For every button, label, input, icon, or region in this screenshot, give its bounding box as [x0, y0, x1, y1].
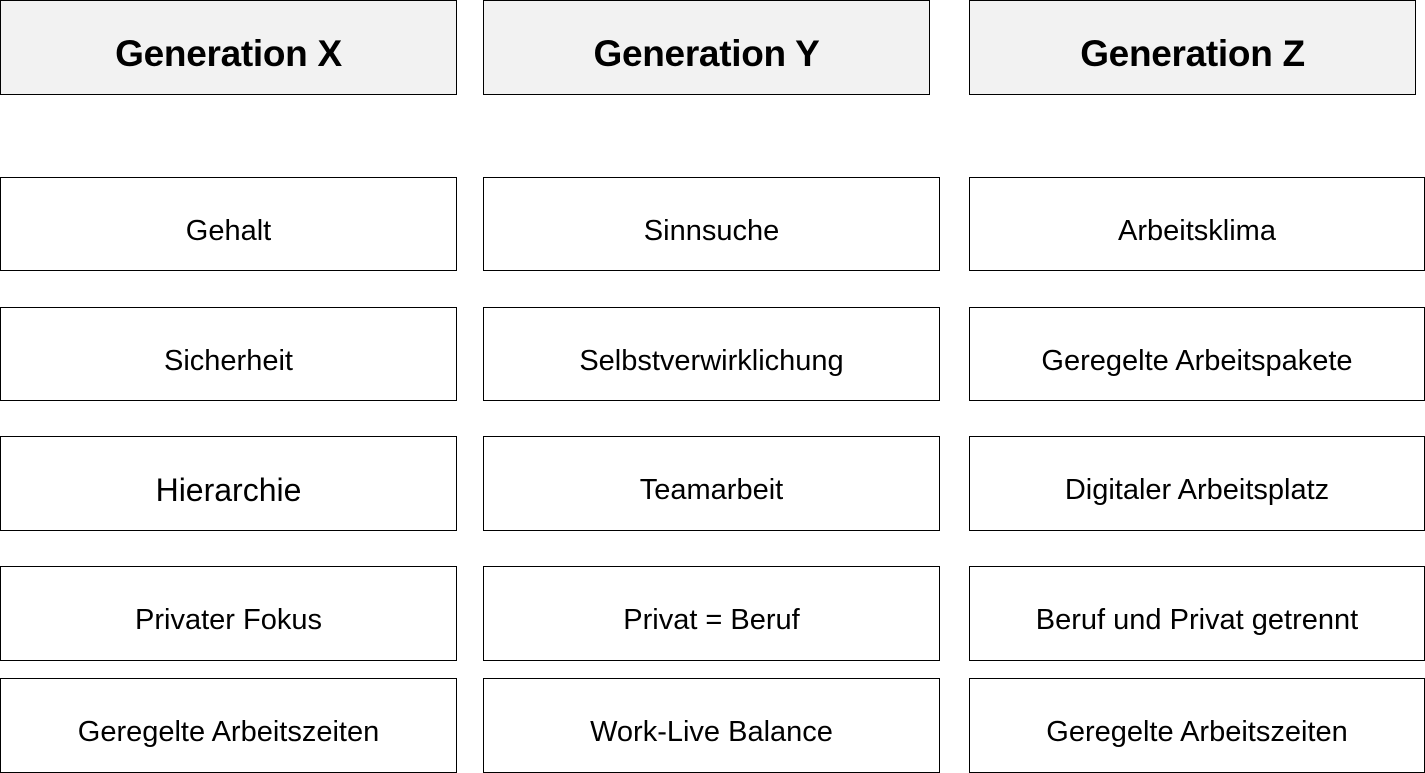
item-label: Work-Live Balance [590, 716, 833, 748]
item-label: Sicherheit [164, 344, 293, 377]
item-label: Geregelte Arbeitszeiten [77, 716, 380, 748]
item-label: Privater Fokus [135, 604, 322, 636]
generation-y-item: Teamarbeit [483, 436, 940, 531]
generation-x-item: Gehalt [0, 177, 457, 271]
generation-y-item: Privat = Beruf [483, 566, 940, 661]
item-label: Geregelte Arbeitszeiten [1046, 716, 1348, 748]
generation-z-title: Generation Z [1080, 32, 1305, 74]
generation-z-item: Arbeitsklima [969, 177, 1425, 271]
item-label: Teamarbeit [639, 474, 784, 506]
generation-x-title: Generation X [115, 32, 342, 74]
generation-x-item: Privater Fokus [0, 566, 457, 661]
generation-z-item: Beruf und Privat getrennt [969, 566, 1425, 661]
generation-x-item: Geregelte Arbeitszeiten [0, 678, 457, 773]
generation-y-header: Generation Y [483, 0, 930, 95]
generation-x-item: Sicherheit [0, 307, 457, 401]
generation-z-item: Digitaler Arbeitsplatz [969, 436, 1425, 531]
generation-z-header: Generation Z [969, 0, 1416, 95]
item-label: Selbstverwirklichung [579, 344, 844, 377]
item-label: Beruf und Privat getrennt [1035, 604, 1359, 636]
generation-z-item: Geregelte Arbeitspakete [969, 307, 1425, 401]
generation-y-item: Selbstverwirklichung [483, 307, 940, 401]
item-label: Privat = Beruf [623, 604, 800, 636]
item-label: Sinnsuche [643, 214, 780, 247]
item-label: Gehalt [185, 214, 272, 247]
item-label: Hierarchie [155, 472, 302, 508]
generation-y-item: Sinnsuche [483, 177, 940, 271]
item-label: Geregelte Arbeitspakete [1041, 344, 1353, 377]
generation-z-item: Geregelte Arbeitszeiten [969, 678, 1425, 773]
item-label: Digitaler Arbeitsplatz [1064, 474, 1330, 506]
generation-y-title: Generation Y [593, 32, 820, 74]
generation-y-item: Work-Live Balance [483, 678, 940, 773]
generation-x-header: Generation X [0, 0, 457, 95]
item-label: Arbeitsklima [1118, 214, 1276, 247]
generation-x-item: Hierarchie [0, 436, 457, 531]
